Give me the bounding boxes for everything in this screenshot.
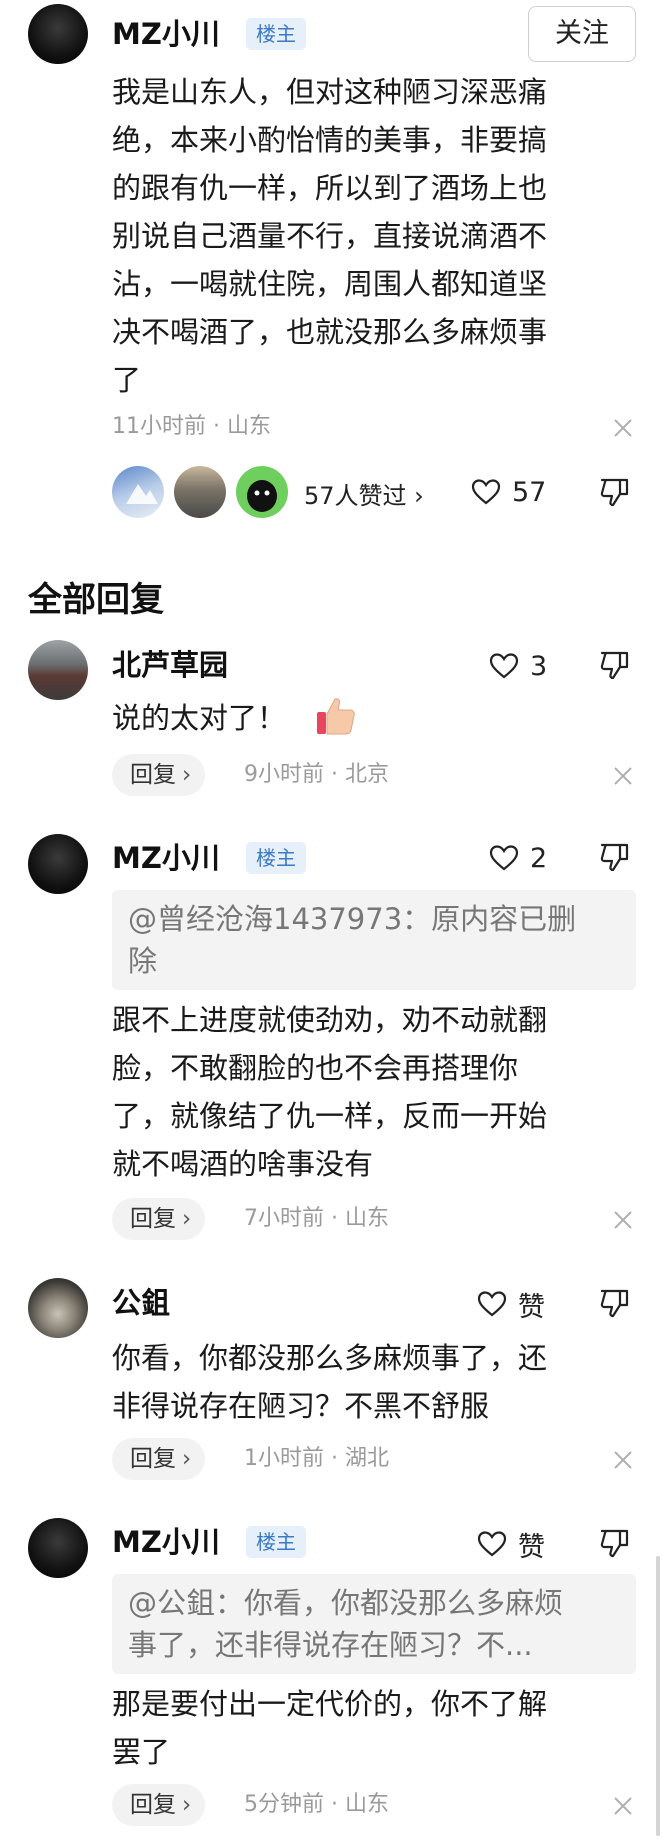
chevron-right-icon: › xyxy=(182,1446,192,1472)
reply-author-name[interactable]: 公鉏 xyxy=(112,1285,170,1321)
post-line: 沾，一喝就住院，周围人都知道坚 xyxy=(112,267,548,301)
thumbs-down-icon xyxy=(600,1529,629,1558)
reply-label: 回复 xyxy=(130,1792,176,1818)
like-button[interactable]: 2 xyxy=(488,838,547,878)
chevron-right-icon: › xyxy=(182,762,192,788)
reply-button[interactable]: 回复 › xyxy=(112,1784,206,1826)
dislike-button[interactable] xyxy=(598,840,632,874)
reply-line: 说的太对了！ xyxy=(112,701,287,735)
post-meta: 11小时前 · 山东 xyxy=(112,414,271,439)
quote-line: @公鉏：你看，你都没那么多麻烦 xyxy=(128,1586,564,1620)
scrollbar[interactable] xyxy=(656,1556,660,1836)
reply-author-name[interactable]: 北芦草园 xyxy=(112,647,228,683)
dislike-button[interactable] xyxy=(598,1286,632,1320)
dislike-button[interactable] xyxy=(598,648,632,682)
likers-link[interactable]: 57人赞过 › xyxy=(304,476,424,511)
thumbs-down-icon xyxy=(600,1289,629,1318)
dislike-button[interactable] xyxy=(598,475,632,509)
reply-meta: 5分钟前 · 山东 xyxy=(244,1792,389,1817)
post-line: 的跟有仇一样，所以到了酒场上也 xyxy=(112,171,548,205)
close-icon[interactable] xyxy=(612,1449,634,1471)
quote-line: @曾经沧海1437973：原内容已删 xyxy=(128,902,577,936)
post-line: 绝，本来小酌怡情的美事，非要搞 xyxy=(112,123,548,157)
reply-avatar[interactable] xyxy=(28,1518,88,1578)
reply-line: 脸，不敢翻脸的也不会再搭理你 xyxy=(112,1051,519,1085)
liker-avatar[interactable] xyxy=(174,466,226,518)
reply-avatar[interactable] xyxy=(28,1278,88,1338)
reply-author-name[interactable]: MZ小川 xyxy=(112,840,220,876)
post-line: 决不喝酒了，也就没那么多麻烦事 xyxy=(112,315,548,349)
reply-line: 就不喝酒的啥事没有 xyxy=(112,1147,374,1181)
liker-avatar[interactable] xyxy=(236,466,288,518)
author-avatar[interactable] xyxy=(28,4,88,64)
reply-button[interactable]: 回复 › xyxy=(112,754,206,796)
like-count: 赞 xyxy=(518,1531,545,1563)
heart-icon xyxy=(489,845,519,871)
dislike-button[interactable] xyxy=(598,1526,632,1560)
quote-line: 事了，还非得说存在陋习？不... xyxy=(128,1628,533,1662)
liker-avatar[interactable] xyxy=(112,466,164,518)
heart-icon xyxy=(477,1291,507,1317)
reply-label: 回复 xyxy=(130,1206,176,1232)
reply-label: 回复 xyxy=(130,762,176,788)
reply-body: 你看，你都没那么多麻烦事了，还 非得说存在陋习？不黑不舒服 xyxy=(112,1334,632,1430)
reply-avatar[interactable] xyxy=(28,834,88,894)
close-icon[interactable] xyxy=(612,1209,634,1231)
like-count: 3 xyxy=(530,650,548,682)
reply-meta: 1小时前 · 湖北 xyxy=(244,1446,389,1471)
close-icon[interactable] xyxy=(612,417,634,439)
reply-meta: 9小时前 · 北京 xyxy=(244,762,389,787)
op-badge: 楼主 xyxy=(246,1526,306,1558)
post-line: 别说自己酒量不行，直接说滴酒不 xyxy=(112,219,548,253)
like-button[interactable]: 赞 xyxy=(476,1284,545,1324)
reply-line: 那是要付出一定代价的，你不了解 xyxy=(112,1687,548,1721)
reply-body: 那是要付出一定代价的，你不了解 罢了 xyxy=(112,1680,632,1776)
heart-icon xyxy=(477,1531,507,1557)
reply-line: 非得说存在陋习？不黑不舒服 xyxy=(112,1389,490,1423)
quoted-comment[interactable]: @曾经沧海1437973：原内容已删 除 xyxy=(112,890,636,990)
thumbs-down-icon xyxy=(600,478,629,507)
reply-meta: 7小时前 · 山东 xyxy=(244,1206,389,1231)
post-line: 了 xyxy=(112,363,142,397)
chevron-right-icon: › xyxy=(182,1206,192,1232)
section-title: 全部回复 xyxy=(28,580,164,620)
reply-line: 了，就像结了仇一样，反而一开始 xyxy=(112,1099,548,1133)
post-body: 我是山东人，但对这种陋习深恶痛 绝，本来小酌怡情的美事，非要搞 的跟有仇一样，所… xyxy=(112,68,632,404)
reply-button[interactable]: 回复 › xyxy=(112,1198,206,1240)
like-count: 57 xyxy=(512,476,547,508)
thumbs-up-emoji-icon xyxy=(314,694,358,738)
like-count: 赞 xyxy=(518,1291,545,1323)
op-badge: 楼主 xyxy=(246,18,306,50)
reply-author-name[interactable]: MZ小川 xyxy=(112,1524,220,1560)
quoted-comment[interactable]: @公鉏：你看，你都没那么多麻烦 事了，还非得说存在陋习？不... xyxy=(112,1574,636,1674)
post-line: 我是山东人，但对这种陋习深恶痛 xyxy=(112,75,548,109)
op-badge: 楼主 xyxy=(246,842,306,874)
heart-icon xyxy=(489,653,519,679)
quote-line: 除 xyxy=(128,944,158,978)
reply-line: 跟不上进度就使劲劝，劝不动就翻 xyxy=(112,1003,548,1037)
close-icon[interactable] xyxy=(612,1795,634,1817)
like-button[interactable]: 57 xyxy=(470,472,546,512)
heart-icon xyxy=(471,479,501,505)
reply-avatar[interactable] xyxy=(28,640,88,700)
like-button[interactable]: 3 xyxy=(488,646,547,686)
reply-line: 你看，你都没那么多麻烦事了，还 xyxy=(112,1341,548,1375)
like-count: 2 xyxy=(530,842,548,874)
reply-label: 回复 xyxy=(130,1446,176,1472)
chevron-right-icon: › xyxy=(182,1792,192,1818)
like-button[interactable]: 赞 xyxy=(476,1524,545,1564)
close-icon[interactable] xyxy=(612,765,634,787)
follow-button[interactable]: 关注 xyxy=(528,6,636,62)
post-author-name[interactable]: MZ小川 xyxy=(112,16,220,52)
reply-body: 跟不上进度就使劲劝，劝不动就翻 脸，不敢翻脸的也不会再搭理你 了，就像结了仇一样… xyxy=(112,996,632,1188)
reply-line: 罢了 xyxy=(112,1735,171,1769)
reply-button[interactable]: 回复 › xyxy=(112,1438,206,1480)
thumbs-down-icon xyxy=(600,651,629,680)
thumbs-down-icon xyxy=(600,843,629,872)
reply-body: 说的太对了！ xyxy=(112,694,632,742)
